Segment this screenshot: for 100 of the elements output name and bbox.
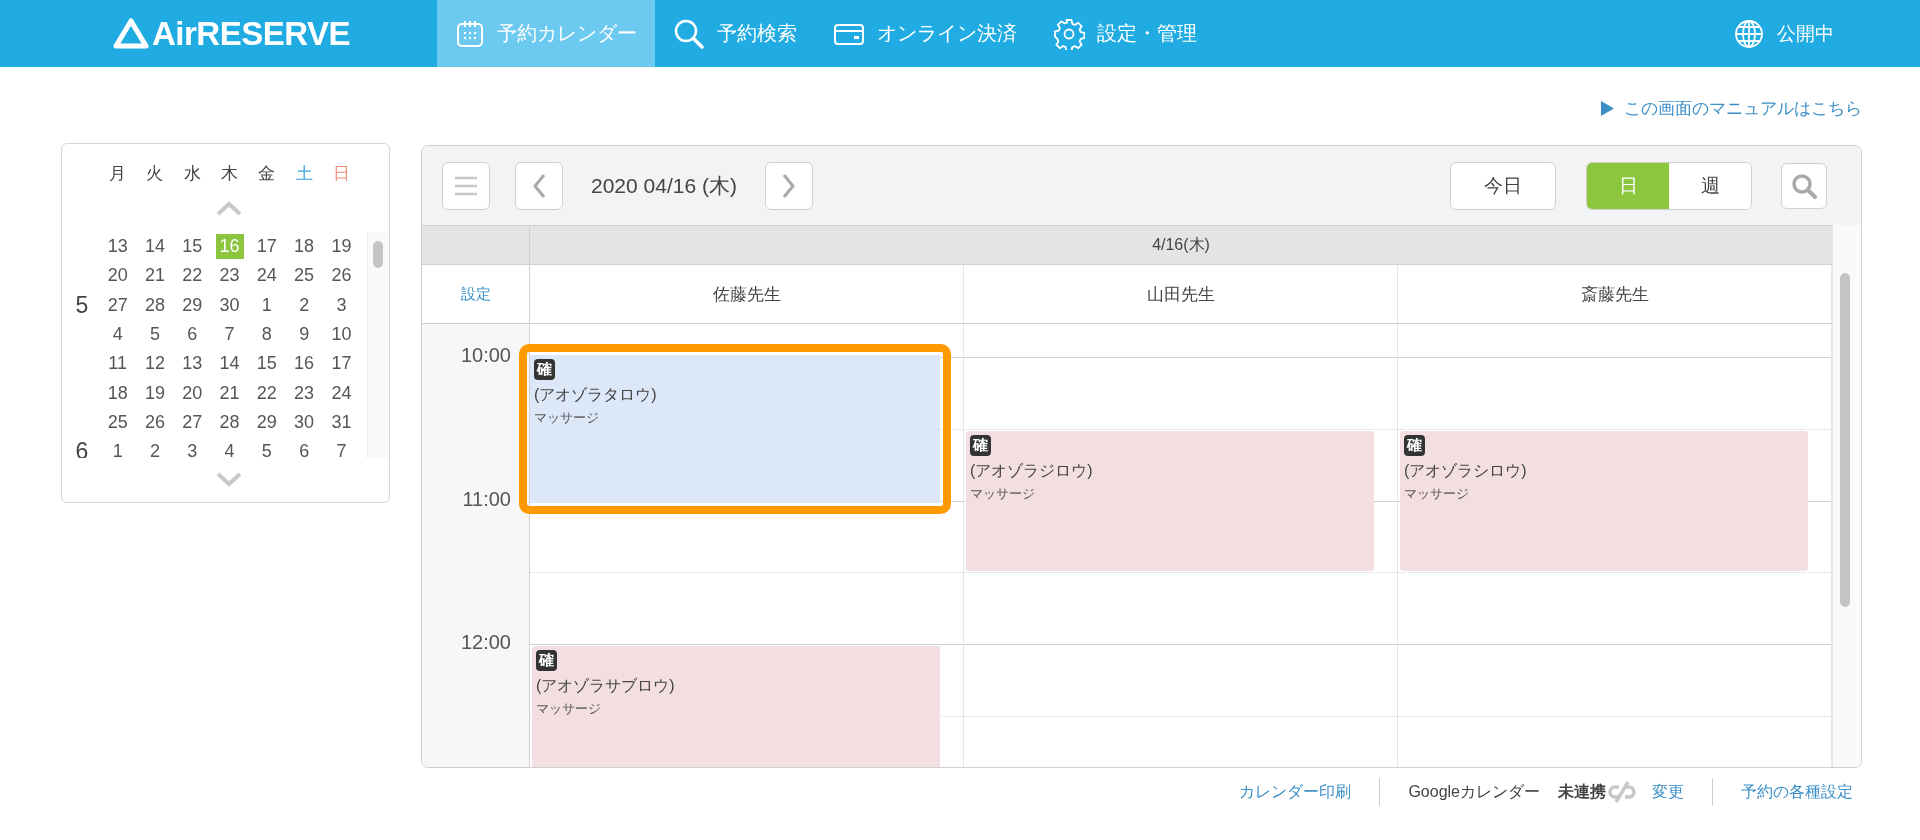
staff-header: 山田先生 <box>964 265 1399 323</box>
calendar-day[interactable]: 18 <box>104 380 131 406</box>
calendar-day[interactable]: 17 <box>253 234 280 260</box>
calendar-day[interactable]: 19 <box>328 234 355 260</box>
previous-button[interactable] <box>515 161 563 210</box>
calendar-day[interactable]: 2 <box>296 292 313 318</box>
time-label: 12:00 <box>460 631 511 654</box>
calendar-day[interactable]: 26 <box>328 263 355 289</box>
next-button[interactable] <box>764 161 813 210</box>
reservation-card[interactable]: 確 (アオゾラタロウ) マッサージ <box>519 344 951 514</box>
calendar-day[interactable]: 3 <box>333 292 350 318</box>
calendar-day[interactable]: 25 <box>104 409 131 435</box>
calendar-day[interactable]: 7 <box>221 322 238 348</box>
weekday-label: 月 <box>108 162 128 185</box>
menu-name: マッサージ <box>1404 484 1470 503</box>
gear-icon <box>1053 17 1085 50</box>
weekday-label: 水 <box>182 162 202 185</box>
calendar-day[interactable]: 26 <box>141 409 168 435</box>
change-link[interactable]: 変更 <box>1652 781 1684 803</box>
calendar-day[interactable]: 20 <box>104 263 131 289</box>
scrollbar-thumb[interactable] <box>373 241 384 268</box>
calendar-day[interactable]: 10 <box>328 322 355 348</box>
calendar-day[interactable]: 7 <box>333 439 350 458</box>
manual-link[interactable]: この画面のマニュアルはこちら <box>1601 97 1862 120</box>
google-calendar-label: Googleカレンダー <box>1408 781 1540 802</box>
link-status: 未連携 <box>1558 781 1606 802</box>
calendar-day[interactable]: 6 <box>184 322 201 348</box>
calendar-day[interactable]: 23 <box>216 263 243 289</box>
calendar-day[interactable]: 2 <box>146 439 163 458</box>
calendar-day[interactable]: 14 <box>216 351 243 377</box>
calendar-day[interactable]: 9 <box>296 322 313 348</box>
calendar-day[interactable]: 30 <box>216 292 243 318</box>
customer-name: (アオゾラタロウ) <box>534 385 657 405</box>
calendar-day[interactable]: 22 <box>179 263 206 289</box>
reservation-card[interactable]: 確 (アオゾラサブロウ) マッサージ <box>532 646 940 767</box>
calendar-day[interactable]: 24 <box>253 263 280 289</box>
customer-name: (アオゾラシロウ) <box>1404 460 1527 481</box>
calendar-day[interactable]: 17 <box>328 351 355 377</box>
settings-link[interactable]: 設定 <box>460 284 491 304</box>
publish-status: 公開中 <box>1777 21 1834 46</box>
calendar-day[interactable]: 5 <box>258 439 275 458</box>
menu-name: マッサージ <box>534 409 599 427</box>
calendar-day[interactable]: 12 <box>141 351 168 377</box>
calendar-day[interactable]: 29 <box>253 409 280 435</box>
weekday-label: 金 <box>257 162 277 185</box>
globe-icon <box>1733 17 1765 50</box>
print-link[interactable]: カレンダー印刷 <box>1239 781 1352 803</box>
calendar-day[interactable]: 3 <box>184 439 201 458</box>
calendar-day[interactable]: 6 <box>296 439 313 458</box>
today-button[interactable]: 今日 <box>1450 161 1556 210</box>
weekday-label: 火 <box>145 162 165 185</box>
chevron-down-icon[interactable] <box>214 472 243 488</box>
weekday-label: 木 <box>220 162 240 185</box>
calendar-day[interactable]: 5 <box>146 322 163 348</box>
unlinked-icon <box>1606 780 1638 804</box>
chevron-right-icon <box>781 172 796 199</box>
calendar-day[interactable]: 13 <box>179 351 206 377</box>
reservation-card[interactable]: 確 (アオゾラシロウ) マッサージ <box>1400 430 1809 572</box>
reservation-card[interactable]: 確 (アオゾラジロウ) マッサージ <box>966 430 1375 572</box>
calendar-day[interactable]: 27 <box>104 292 131 318</box>
calendar-day[interactable]: 1 <box>109 439 126 458</box>
reservation-settings-link[interactable]: 予約の各種設定 <box>1741 781 1853 803</box>
calendar-day[interactable]: 14 <box>141 234 168 260</box>
calendar-day[interactable]: 18 <box>291 234 318 260</box>
logo-icon <box>112 16 150 51</box>
status-badge: 確 <box>970 434 991 456</box>
calendar-day[interactable]: 1 <box>258 292 275 318</box>
menu-icon <box>454 175 478 196</box>
calendar-day[interactable]: 15 <box>179 234 206 260</box>
calendar-day[interactable]: 21 <box>141 263 168 289</box>
search-button[interactable] <box>1781 162 1827 209</box>
calendar-day[interactable]: 28 <box>141 292 168 318</box>
calendar-day[interactable]: 21 <box>216 380 243 406</box>
calendar-day[interactable]: 30 <box>291 409 318 435</box>
calendar-day[interactable]: 25 <box>291 263 318 289</box>
calendar-day[interactable]: 13 <box>104 234 131 260</box>
calendar-day[interactable]: 8 <box>258 322 275 348</box>
chevron-up-icon[interactable] <box>214 200 243 216</box>
date-header: 4/16(木) <box>1151 234 1211 255</box>
current-date: 2020 04/16 (木) <box>591 172 737 199</box>
calendar-day[interactable]: 11 <box>105 351 130 377</box>
calendar-day[interactable]: 28 <box>216 409 243 435</box>
calendar-day[interactable]: 4 <box>109 322 126 348</box>
logo-text: AirRESERVE <box>152 14 350 53</box>
calendar-day[interactable]: 31 <box>328 409 355 435</box>
customer-name: (アオゾラサブロウ) <box>536 676 675 696</box>
scrollbar-thumb[interactable] <box>1840 273 1851 607</box>
calendar-day[interactable]: 16 <box>291 351 318 377</box>
calendar-day[interactable]: 19 <box>141 380 168 406</box>
calendar-day[interactable]: 15 <box>253 351 280 377</box>
menu-button[interactable] <box>442 161 490 210</box>
calendar-day[interactable]: 29 <box>179 292 206 318</box>
status-badge: 確 <box>536 650 557 671</box>
calendar-day[interactable]: 23 <box>291 380 318 406</box>
calendar-day[interactable]: 24 <box>328 380 355 406</box>
customer-name: (アオゾラジロウ) <box>970 460 1093 481</box>
calendar-day[interactable]: 4 <box>221 439 238 458</box>
calendar-day[interactable]: 20 <box>179 380 206 406</box>
calendar-day[interactable]: 27 <box>179 409 206 435</box>
calendar-day[interactable]: 22 <box>253 380 280 406</box>
